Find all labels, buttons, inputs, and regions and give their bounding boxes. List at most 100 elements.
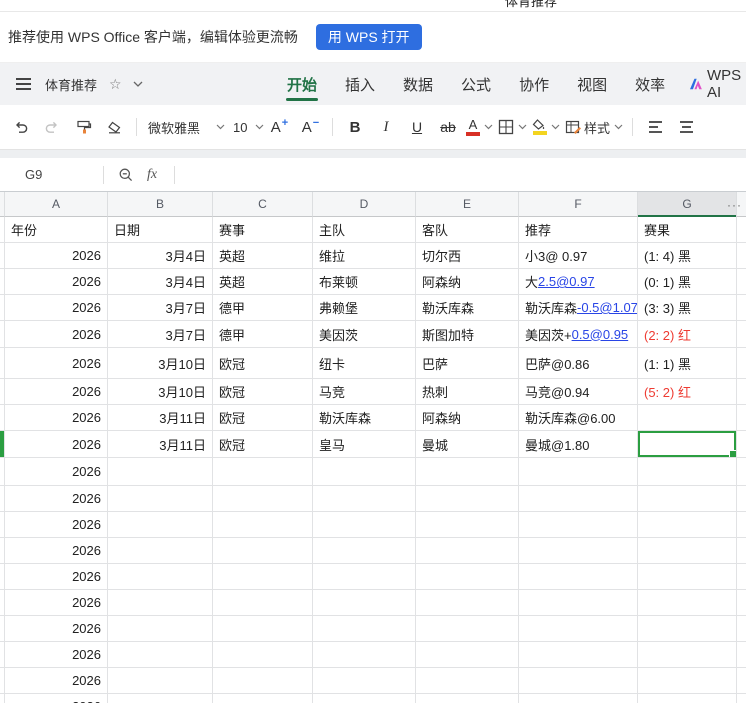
- cell-E7[interactable]: 热刺: [416, 379, 519, 405]
- redo-button[interactable]: [39, 113, 65, 141]
- cell-A8[interactable]: 2026: [5, 405, 108, 431]
- cell-F17[interactable]: [519, 642, 638, 668]
- cell-C1[interactable]: 赛事: [213, 217, 313, 243]
- cell-A13[interactable]: 2026: [5, 538, 108, 564]
- borders-button[interactable]: [498, 113, 527, 141]
- cell-B5[interactable]: 3月7日: [108, 321, 213, 348]
- cell-E12[interactable]: [416, 512, 519, 538]
- cell-C9[interactable]: 欧冠: [213, 431, 313, 458]
- italic-button[interactable]: I: [373, 113, 399, 141]
- cell-A15[interactable]: 2026: [5, 590, 108, 616]
- cell-F9[interactable]: 曼城@1.80: [519, 431, 638, 458]
- cell-C17[interactable]: [213, 642, 313, 668]
- cell-D7[interactable]: 马竞: [313, 379, 416, 405]
- cell-A11[interactable]: 2026: [5, 486, 108, 512]
- align-center-button[interactable]: [673, 113, 699, 141]
- cell-C4[interactable]: 德甲: [213, 295, 313, 321]
- strikethrough-button[interactable]: ab: [435, 113, 461, 141]
- cell-A16[interactable]: 2026: [5, 616, 108, 642]
- increase-font-size-button[interactable]: A +: [266, 113, 292, 141]
- cell-B15[interactable]: [108, 590, 213, 616]
- tab-collaborate[interactable]: 协作: [510, 63, 558, 105]
- tab-wps-ai[interactable]: WPS AI: [684, 67, 746, 101]
- align-left-button[interactable]: [642, 113, 668, 141]
- cell-C14[interactable]: [213, 564, 313, 590]
- cell-C16[interactable]: [213, 616, 313, 642]
- column-header-D[interactable]: D: [313, 192, 416, 217]
- cell-G2[interactable]: (1: 4) 黑: [638, 243, 737, 269]
- cell-D8[interactable]: 勒沃库森: [313, 405, 416, 431]
- cell-E19[interactable]: [416, 694, 519, 703]
- cell-G7[interactable]: (5: 2) 红: [638, 379, 737, 405]
- column-header-E[interactable]: E: [416, 192, 519, 217]
- cell-A18[interactable]: 2026: [5, 668, 108, 694]
- cell-A4[interactable]: 2026: [5, 295, 108, 321]
- name-box[interactable]: G9: [0, 167, 94, 182]
- cell-D2[interactable]: 维拉: [313, 243, 416, 269]
- column-header-B[interactable]: B: [108, 192, 213, 217]
- cell-A14[interactable]: 2026: [5, 564, 108, 590]
- cell-F13[interactable]: [519, 538, 638, 564]
- tab-data[interactable]: 数据: [394, 63, 442, 105]
- cell-C13[interactable]: [213, 538, 313, 564]
- cell-G10[interactable]: [638, 458, 737, 486]
- cell-B4[interactable]: 3月7日: [108, 295, 213, 321]
- cell-G4[interactable]: (3: 3) 黑: [638, 295, 737, 321]
- cell-B17[interactable]: [108, 642, 213, 668]
- cell-D5[interactable]: 美因茨: [313, 321, 416, 348]
- cell-B9[interactable]: 3月11日: [108, 431, 213, 458]
- cell-link-text[interactable]: 0.5@0.95: [572, 327, 629, 342]
- cell-A9[interactable]: 2026: [5, 431, 108, 458]
- cell-F12[interactable]: [519, 512, 638, 538]
- cell-D4[interactable]: 弗赖堡: [313, 295, 416, 321]
- formula-input[interactable]: [184, 158, 746, 191]
- more-columns-button[interactable]: ···: [727, 192, 742, 217]
- cell-C2[interactable]: 英超: [213, 243, 313, 269]
- cell-D3[interactable]: 布莱顿: [313, 269, 416, 295]
- cell-B1[interactable]: 日期: [108, 217, 213, 243]
- cell-D9[interactable]: 皇马: [313, 431, 416, 458]
- cell-F5[interactable]: 美因茨+ 0.5@0.95: [519, 321, 638, 348]
- cell-A10[interactable]: 2026: [5, 458, 108, 486]
- font-name-select[interactable]: 微软雅黑: [148, 118, 225, 137]
- cell-A3[interactable]: 2026: [5, 269, 108, 295]
- cell-G9[interactable]: [638, 431, 737, 458]
- cell-E4[interactable]: 勒沃库森: [416, 295, 519, 321]
- cell-A17[interactable]: 2026: [5, 642, 108, 668]
- format-painter-icon[interactable]: [70, 113, 96, 141]
- cell-G13[interactable]: [638, 538, 737, 564]
- cell-D15[interactable]: [313, 590, 416, 616]
- insert-function-fx-icon[interactable]: fx: [147, 167, 157, 183]
- cell-B13[interactable]: [108, 538, 213, 564]
- tab-insert[interactable]: 插入: [336, 63, 384, 105]
- cell-F15[interactable]: [519, 590, 638, 616]
- cell-A19[interactable]: 2026: [5, 694, 108, 703]
- cell-C8[interactable]: 欧冠: [213, 405, 313, 431]
- cell-F16[interactable]: [519, 616, 638, 642]
- cell-G12[interactable]: [638, 512, 737, 538]
- bold-button[interactable]: B: [342, 113, 368, 141]
- cell-F19[interactable]: [519, 694, 638, 703]
- tab-formula[interactable]: 公式: [452, 63, 500, 105]
- cell-E14[interactable]: [416, 564, 519, 590]
- cell-style-button[interactable]: 样式: [565, 113, 623, 141]
- favorite-star-icon[interactable]: ☆: [109, 77, 122, 91]
- font-size-select[interactable]: 10: [229, 120, 264, 135]
- cell-B12[interactable]: [108, 512, 213, 538]
- cell-link-text[interactable]: -0.5@1.07: [577, 300, 637, 315]
- cell-F4[interactable]: 勒沃库森 -0.5@1.07: [519, 295, 638, 321]
- cell-D18[interactable]: [313, 668, 416, 694]
- tab-start[interactable]: 开始: [278, 63, 326, 105]
- cell-E18[interactable]: [416, 668, 519, 694]
- title-chevron-down-icon[interactable]: [133, 81, 143, 87]
- cell-E17[interactable]: [416, 642, 519, 668]
- cell-G16[interactable]: [638, 616, 737, 642]
- cell-F8[interactable]: 勒沃库森@6.00: [519, 405, 638, 431]
- cell-C11[interactable]: [213, 486, 313, 512]
- cell-A6[interactable]: 2026: [5, 348, 108, 379]
- cell-D16[interactable]: [313, 616, 416, 642]
- cell-C18[interactable]: [213, 668, 313, 694]
- cell-B14[interactable]: [108, 564, 213, 590]
- cell-E1[interactable]: 客队: [416, 217, 519, 243]
- cell-G14[interactable]: [638, 564, 737, 590]
